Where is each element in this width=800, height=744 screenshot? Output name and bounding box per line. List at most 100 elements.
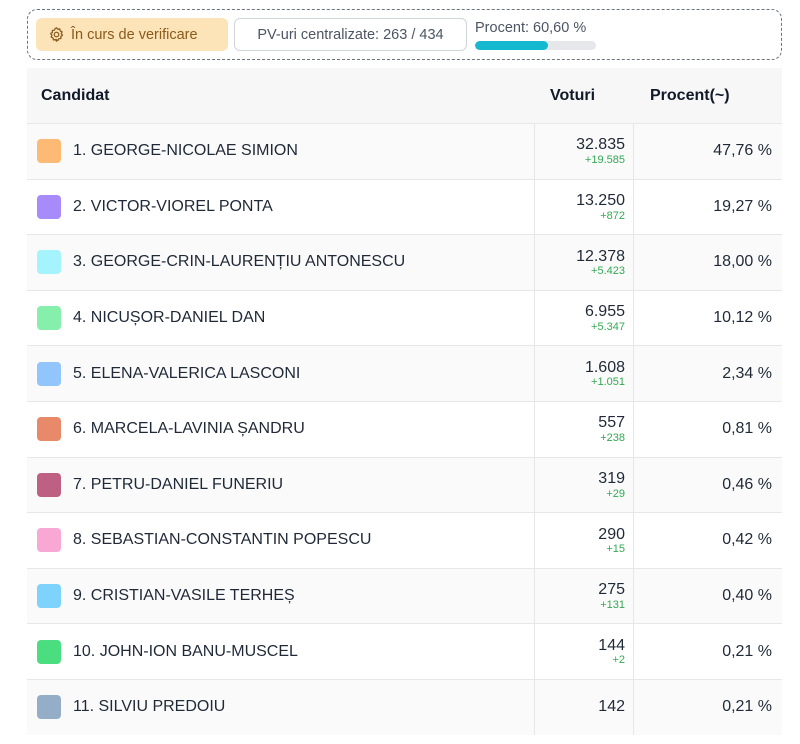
table-row: 2. VICTOR-VIOREL PONTA 13.250 +872 19,27…: [27, 178, 782, 235]
votes-cell: 275 +131: [534, 568, 634, 624]
votes-cell: 557 +238: [534, 401, 634, 457]
table-row: 10. JOHN-ION BANU-MUSCEL 144 +2 0,21 %: [27, 623, 782, 679]
percent-label: Procent: 60,60 %: [475, 19, 587, 36]
percent-cell: 0,81 %: [634, 402, 782, 457]
candidate-cell: 2. VICTOR-VIOREL PONTA: [27, 180, 534, 235]
candidate-name: 1. GEORGE-NICOLAE SIMION: [73, 142, 298, 160]
table-row: 5. ELENA-VALERICA LASCONI 1.608 +1.051 2…: [27, 345, 782, 401]
header-votes: Voturi: [550, 86, 596, 104]
candidate-color-swatch: [37, 639, 61, 664]
table-row: 3. GEORGE-CRIN-LAURENȚIU ANTONESCU 12.37…: [27, 234, 782, 290]
pv-count: PV-uri centralizate: 263 / 434: [234, 18, 467, 51]
candidate-cell: 11. SILVIU PREDOIU: [27, 680, 534, 735]
candidate-color-swatch: [37, 695, 61, 720]
candidate-name: 11. SILVIU PREDOIU: [73, 698, 226, 716]
pv-count-label: PV-uri centralizate: 263 / 434: [257, 26, 444, 43]
votes-value: 319: [598, 470, 625, 488]
table-body: 1. GEORGE-NICOLAE SIMION 32.835 +19.585 …: [27, 123, 782, 735]
candidate-cell: 4. NICUȘOR-DANIEL DAN: [27, 291, 534, 346]
candidate-color-swatch: [37, 194, 61, 219]
percent-value: 47,76 %: [713, 142, 772, 160]
votes-cell: 319 +29: [534, 457, 634, 513]
candidate-name: 8. SEBASTIAN-CONSTANTIN POPESCU: [73, 531, 372, 549]
candidate-cell: 6. MARCELA-LAVINIA ȘANDRU: [27, 402, 534, 457]
votes-value: 142: [598, 698, 625, 716]
candidate-color-swatch: [37, 361, 61, 386]
table-row: 9. CRISTIAN-VASILE TERHEȘ 275 +131 0,40 …: [27, 567, 782, 624]
percent-value: 18,00 %: [713, 253, 772, 271]
percent-value: 0,46 %: [722, 475, 772, 493]
percent-progress: Procent: 60,60 %: [475, 20, 596, 50]
votes-delta: +238: [600, 432, 625, 445]
candidate-name: 5. ELENA-VALERICA LASCONI: [73, 364, 301, 382]
percent-value: 19,27 %: [713, 197, 772, 215]
candidate-cell: 3. GEORGE-CRIN-LAURENȚIU ANTONESCU: [27, 235, 534, 290]
votes-delta: +1.051: [591, 376, 625, 389]
votes-cell: 1.608 +1.051: [534, 346, 634, 401]
percent-cell: 10,12 %: [634, 291, 782, 346]
candidate-color-swatch: [37, 417, 61, 442]
status-bar: În curs de verificare PV-uri centralizat…: [27, 9, 782, 60]
percent-value: 0,42 %: [722, 531, 772, 549]
percent-value: 0,81 %: [722, 420, 772, 438]
percent-cell: 0,21 %: [634, 624, 782, 679]
votes-delta: +872: [600, 209, 625, 222]
votes-cell: 6.955 +5.347: [534, 290, 634, 346]
votes-value: 32.835: [576, 136, 625, 154]
votes-value: 144: [598, 636, 625, 654]
header-candidate: Candidat: [41, 86, 110, 104]
percent-value: 0,40 %: [722, 587, 772, 605]
table-row: 1. GEORGE-NICOLAE SIMION 32.835 +19.585 …: [27, 123, 782, 179]
votes-delta: +131: [600, 598, 625, 611]
votes-delta: +5.423: [591, 265, 625, 278]
candidate-name: 2. VICTOR-VIOREL PONTA: [73, 197, 273, 215]
candidate-cell: 5. ELENA-VALERICA LASCONI: [27, 346, 534, 401]
table-row: 7. PETRU-DANIEL FUNERIU 319 +29 0,46 %: [27, 456, 782, 513]
percent-cell: 0,40 %: [634, 569, 782, 624]
candidate-name: 4. NICUȘOR-DANIEL DAN: [73, 309, 266, 327]
candidate-color-swatch: [37, 250, 61, 275]
candidate-color-swatch: [37, 139, 61, 164]
percent-cell: 0,42 %: [634, 513, 782, 568]
gear-icon: [50, 27, 64, 42]
candidate-name: 10. JOHN-ION BANU-MUSCEL: [73, 642, 298, 660]
table-row: 6. MARCELA-LAVINIA ȘANDRU 557 +238 0,81 …: [27, 400, 782, 457]
candidate-cell: 1. GEORGE-NICOLAE SIMION: [27, 124, 534, 179]
candidate-name: 7. PETRU-DANIEL FUNERIU: [73, 475, 284, 493]
candidate-cell: 8. SEBASTIAN-CONSTANTIN POPESCU: [27, 513, 534, 568]
candidate-name: 6. MARCELA-LAVINIA ȘANDRU: [73, 420, 305, 438]
votes-cell: 144 +2: [534, 624, 634, 679]
candidate-name: 9. CRISTIAN-VASILE TERHEȘ: [73, 587, 295, 605]
votes-delta: +29: [606, 487, 625, 500]
votes-value: 6.955: [584, 303, 625, 321]
votes-value: 12.378: [576, 247, 625, 265]
votes-delta: +19.585: [584, 154, 625, 167]
percent-cell: 2,34 %: [634, 346, 782, 401]
table-row: 11. SILVIU PREDOIU 142 0,21 %: [27, 678, 782, 735]
candidate-color-swatch: [37, 584, 61, 609]
votes-delta: +15: [606, 543, 625, 556]
results-table: Candidat Voturi Procent(~) 1. GEORGE-NIC…: [27, 68, 782, 735]
candidate-name: 3. GEORGE-CRIN-LAURENȚIU ANTONESCU: [73, 253, 406, 271]
progress-track: [475, 40, 596, 50]
table-header: Candidat Voturi Procent(~): [27, 68, 782, 123]
votes-delta: +2: [612, 654, 625, 667]
votes-value: 290: [598, 525, 625, 543]
verification-label: În curs de verificare: [71, 26, 198, 43]
candidate-cell: 9. CRISTIAN-VASILE TERHEȘ: [27, 569, 534, 624]
votes-delta: +5.347: [591, 320, 625, 333]
percent-cell: 18,00 %: [634, 235, 782, 290]
votes-cell: 32.835 +19.585: [534, 124, 634, 179]
table-row: 8. SEBASTIAN-CONSTANTIN POPESCU 290 +15 …: [27, 512, 782, 568]
percent-cell: 0,46 %: [634, 458, 782, 513]
verification-status-badge[interactable]: În curs de verificare: [36, 18, 228, 51]
percent-value: 0,21 %: [722, 642, 772, 660]
percent-value: 0,21 %: [722, 698, 772, 716]
percent-value: 10,12 %: [713, 309, 772, 327]
votes-cell: 290 +15: [534, 513, 634, 568]
percent-cell: 19,27 %: [634, 180, 782, 235]
votes-value: 1.608: [584, 358, 625, 376]
table-row: 4. NICUȘOR-DANIEL DAN 6.955 +5.347 10,12…: [27, 289, 782, 346]
candidate-cell: 7. PETRU-DANIEL FUNERIU: [27, 458, 534, 513]
candidate-cell: 10. JOHN-ION BANU-MUSCEL: [27, 624, 534, 679]
